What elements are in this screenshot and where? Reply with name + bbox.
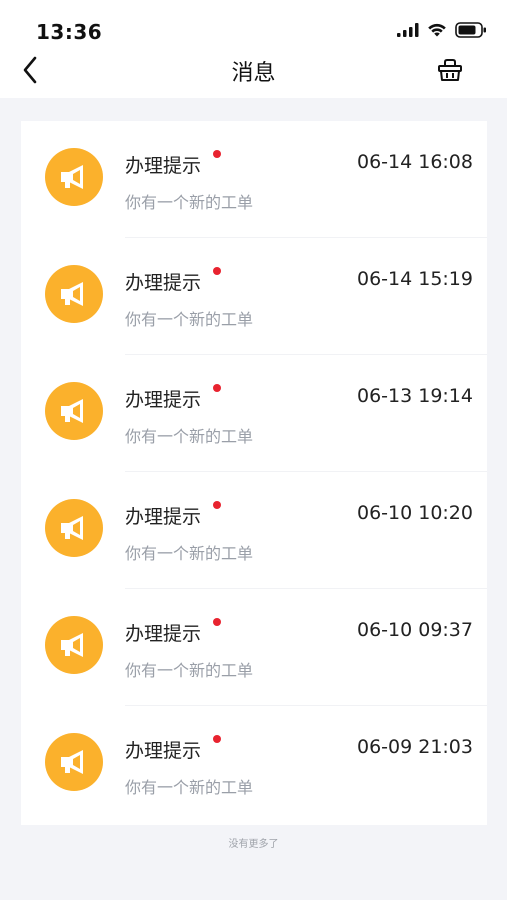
message-time: 06-10 09:37 <box>356 619 473 641</box>
message-item[interactable]: 办理提示 06-14 15:19 你有一个新的工单 <box>21 238 487 355</box>
no-more-label: 没有更多了 <box>228 839 279 850</box>
unread-dot <box>213 735 221 743</box>
basket-icon[interactable] <box>437 57 463 83</box>
megaphone-icon <box>45 148 103 206</box>
wifi-icon <box>428 23 446 37</box>
status-time: 13:36 <box>36 20 103 44</box>
message-title: 办理提示 <box>125 623 202 645</box>
message-list: 办理提示 06-14 16:08 你有一个新的工单 办理提示 06-14 15:… <box>21 121 487 825</box>
top-bar: 13:36 消息 <box>0 0 507 98</box>
megaphone-icon <box>45 499 103 557</box>
unread-dot <box>213 618 221 626</box>
message-title: 办理提示 <box>125 740 202 762</box>
message-item[interactable]: 办理提示 06-13 19:14 你有一个新的工单 <box>21 355 487 472</box>
megaphone-icon <box>45 265 103 323</box>
message-time: 06-14 15:19 <box>356 268 473 290</box>
message-subtitle: 你有一个新的工单 <box>125 193 254 212</box>
status-icons <box>397 22 487 38</box>
message-time: 06-14 16:08 <box>356 151 473 173</box>
message-title: 办理提示 <box>125 506 202 528</box>
message-subtitle: 你有一个新的工单 <box>125 427 254 446</box>
message-subtitle: 你有一个新的工单 <box>125 661 254 680</box>
message-subtitle: 你有一个新的工单 <box>125 544 254 563</box>
message-time: 06-09 21:03 <box>356 736 473 758</box>
megaphone-icon <box>45 733 103 791</box>
page-title: 消息 <box>231 61 276 86</box>
message-item[interactable]: 办理提示 06-10 10:20 你有一个新的工单 <box>21 472 487 589</box>
unread-dot <box>213 501 221 509</box>
message-item[interactable]: 办理提示 06-10 09:37 你有一个新的工单 <box>21 589 487 706</box>
battery-icon <box>455 22 486 38</box>
message-subtitle: 你有一个新的工单 <box>125 310 254 329</box>
message-item[interactable]: 办理提示 06-14 16:08 你有一个新的工单 <box>21 121 487 238</box>
message-item[interactable]: 办理提示 06-09 21:03 你有一个新的工单 <box>21 706 487 823</box>
message-title: 办理提示 <box>125 272 202 294</box>
unread-dot <box>213 384 221 392</box>
megaphone-icon <box>45 382 103 440</box>
unread-dot <box>213 267 221 275</box>
message-time: 06-10 10:20 <box>356 502 473 524</box>
message-title: 办理提示 <box>125 155 202 177</box>
unread-dot <box>213 150 221 158</box>
message-time: 06-13 19:14 <box>356 385 473 407</box>
signal-icon <box>397 23 419 37</box>
megaphone-icon <box>45 616 103 674</box>
message-title: 办理提示 <box>125 389 202 411</box>
message-subtitle: 你有一个新的工单 <box>125 778 254 797</box>
